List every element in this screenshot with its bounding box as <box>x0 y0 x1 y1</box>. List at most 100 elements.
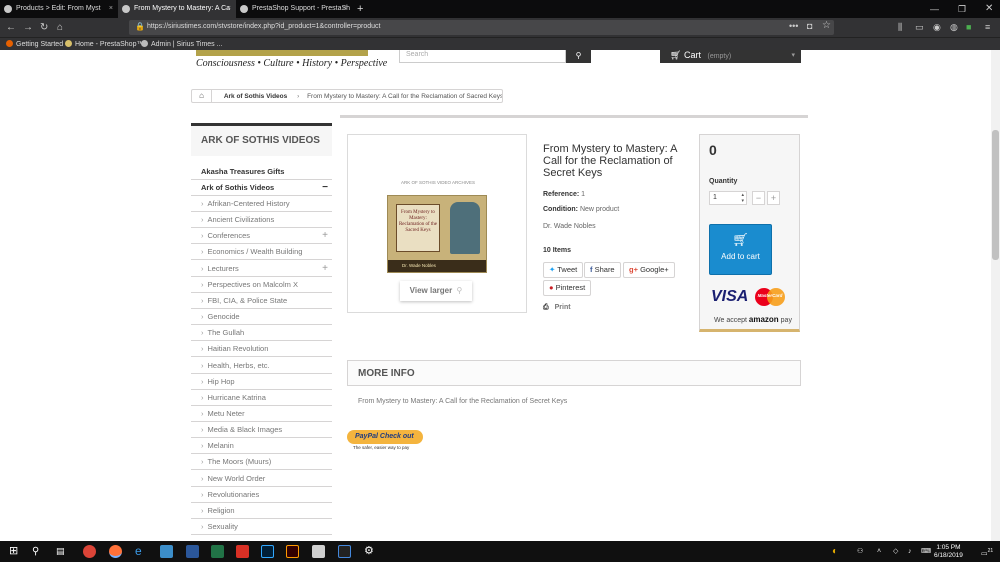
sidebar-subitem[interactable]: The Gullah <box>191 325 332 342</box>
people-icon[interactable]: ⚇ <box>857 541 863 562</box>
url-bar[interactable]: 🔒 https://siriustimes.com/stvstore/index… <box>129 20 834 35</box>
sidebar-subitem[interactable]: Metu Neter <box>191 406 332 422</box>
volume-icon[interactable]: ♪ <box>908 541 912 562</box>
print-link[interactable]: ⎙ Print <box>543 304 571 312</box>
browser-tab-product-page[interactable]: From Mystery to Mastery: A Ca × <box>118 0 236 18</box>
paypal-checkout-button[interactable]: PayPal Check out <box>347 430 423 444</box>
sidebar-subitem[interactable]: Hip Hop <box>191 374 332 390</box>
tray-chevron-icon[interactable]: ˄ <box>877 541 881 562</box>
pocket-icon[interactable]: ◘ <box>807 21 812 31</box>
sidebar-subitem[interactable]: Hurricane Katrina <box>191 390 332 406</box>
page-actions-icon[interactable]: ••• <box>789 21 798 31</box>
product-description: From Mystery to Mastery: A Call for the … <box>358 398 568 405</box>
system-clock[interactable]: 1:05 PM 6/18/2019 <box>934 544 963 560</box>
sidebar-subitem[interactable]: New World Order <box>191 471 332 487</box>
sidebar-subitem[interactable]: Perspectives on Malcolm X <box>191 277 332 293</box>
sidebar-subitem[interactable]: Religion <box>191 503 332 519</box>
sidebar-item-ark-of-sothis[interactable]: Ark of Sothis Videos − <box>191 180 332 196</box>
browser-tab-products[interactable]: Products > Edit: From Myst × <box>0 0 118 18</box>
add-to-cart-button[interactable]: 🛒︎ Add to cart <box>709 224 772 275</box>
breadcrumb-category[interactable]: Ark of Sothis Videos <box>224 91 287 102</box>
paypal-subtitle: The safer, easier way to pay <box>353 445 410 450</box>
site-logo[interactable] <box>196 50 368 56</box>
google-plus-button[interactable]: g+ Google+ <box>623 262 675 278</box>
library-icon[interactable]: ⫼ <box>898 18 902 37</box>
chrome-icon[interactable] <box>83 545 96 558</box>
mail-icon[interactable] <box>312 545 325 558</box>
firefox-icon[interactable] <box>109 545 122 558</box>
extension-icon[interactable]: ◍ <box>950 18 958 37</box>
sidebar-subitem[interactable]: The Moors (Muurs) <box>191 454 332 471</box>
dropbox-icon[interactable]: ◇ <box>893 541 898 562</box>
scrollbar-thumb[interactable] <box>992 130 999 260</box>
home-icon[interactable]: ⌂ <box>192 90 212 102</box>
close-tab-icon[interactable]: × <box>343 0 347 18</box>
search-input[interactable]: Search <box>399 50 566 63</box>
maximize-icon[interactable]: ❐ <box>958 0 966 18</box>
quantity-decrease-button[interactable]: − <box>752 191 765 205</box>
extension-green-icon[interactable]: ■ <box>966 18 971 37</box>
windows-start-icon[interactable]: ⊞ <box>9 545 22 558</box>
search-icon[interactable]: ⚲ <box>32 545 45 558</box>
amazon-pay-badge: We accept amazon pay <box>714 315 792 324</box>
sidebar-subitem[interactable]: Genocide <box>191 309 332 326</box>
page-scrollbar[interactable] <box>991 50 1000 541</box>
forward-icon[interactable]: → <box>23 18 33 37</box>
firefox-icon <box>6 40 13 47</box>
illustrator-icon[interactable] <box>286 545 299 558</box>
expand-icon[interactable]: + <box>322 261 328 277</box>
new-tab-button[interactable]: + <box>354 0 368 18</box>
back-icon[interactable]: ← <box>6 18 16 37</box>
sidebar-item-akasha-treasures[interactable]: Akasha Treasures Gifts <box>191 164 332 180</box>
terminal-icon[interactable] <box>338 545 351 558</box>
home-icon[interactable]: ⌂ <box>57 18 63 37</box>
quantity-increase-button[interactable]: + <box>767 191 780 205</box>
breadcrumb-separator: › <box>297 93 300 100</box>
edge-icon[interactable]: e <box>135 545 148 558</box>
product-cover-image[interactable]: From Mystery to Mastery: Reclamation of … <box>387 195 487 273</box>
weather-icon[interactable]: ◐ <box>832 541 838 562</box>
bookmark-star-icon[interactable]: ☆ <box>822 20 831 31</box>
minimize-icon[interactable]: — <box>930 0 939 18</box>
cart-button[interactable]: 🛒︎ Cart (empty) ▾ <box>660 50 801 63</box>
quantity-input[interactable]: 1 ▴ ▾ <box>709 191 747 205</box>
word-icon[interactable] <box>186 545 199 558</box>
close-tab-icon[interactable]: × <box>227 0 231 18</box>
sidebar-subitem[interactable]: Health, Herbs, etc. <box>191 358 332 374</box>
sidebar-subitem[interactable]: Haitian Revolution <box>191 341 332 358</box>
menu-icon[interactable]: ≡ <box>985 18 990 37</box>
sidebar-subitem[interactable]: Ancient Civilizations <box>191 212 332 229</box>
acrobat-icon[interactable] <box>236 545 249 558</box>
collapse-icon[interactable]: − <box>322 180 328 196</box>
reload-icon[interactable]: ↻ <box>40 18 48 37</box>
sidebar-subitem[interactable]: Melanin <box>191 438 332 455</box>
sidebar-subitem[interactable]: FBI, CIA, & Police State <box>191 293 332 309</box>
notifications-icon[interactable]: ▭21 <box>981 541 993 564</box>
pinterest-button[interactable]: ● Pinterest <box>543 280 592 296</box>
sidebar-subitem[interactable]: Economics / Wealth Building <box>191 244 332 261</box>
sidebar-subitem[interactable]: Conferences+ <box>191 228 332 245</box>
spinner-icon[interactable]: ▴ ▾ <box>741 192 744 204</box>
expand-icon[interactable]: + <box>322 228 328 244</box>
keyboard-icon[interactable]: ⌨ <box>921 541 931 562</box>
sidebar-subitem[interactable]: Media & Black Images <box>191 422 332 439</box>
close-tab-icon[interactable]: × <box>109 0 113 18</box>
view-larger-button[interactable]: View larger ⚲ <box>400 281 472 301</box>
sidebar-subitem[interactable]: Lecturers+ <box>191 261 332 277</box>
sidebar-subitem[interactable]: Afrikan-Centered History <box>191 196 332 212</box>
settings-gear-icon[interactable]: ⚙ <box>364 545 377 558</box>
browser-tab-support[interactable]: PrestaShop Support - PrestaSh × <box>236 0 352 18</box>
share-button[interactable]: f Share <box>584 262 621 278</box>
sidebar-toggle-icon[interactable]: ▭ <box>915 18 924 37</box>
task-view-icon[interactable]: ▤ <box>56 545 69 558</box>
photoshop-icon[interactable] <box>261 545 274 558</box>
close-window-icon[interactable]: ✕ <box>985 0 993 18</box>
search-button[interactable]: ⚲ <box>566 50 591 63</box>
file-explorer-icon[interactable] <box>160 545 173 558</box>
sidebar-subitem[interactable]: Revolutionaries <box>191 487 332 503</box>
account-icon[interactable]: ◉ <box>933 18 941 37</box>
visa-logo: VISA <box>711 288 749 305</box>
tweet-button[interactable]: ✦ Tweet <box>543 262 584 278</box>
excel-icon[interactable] <box>211 545 224 558</box>
sidebar-subitem[interactable]: Sexuality <box>191 519 332 535</box>
